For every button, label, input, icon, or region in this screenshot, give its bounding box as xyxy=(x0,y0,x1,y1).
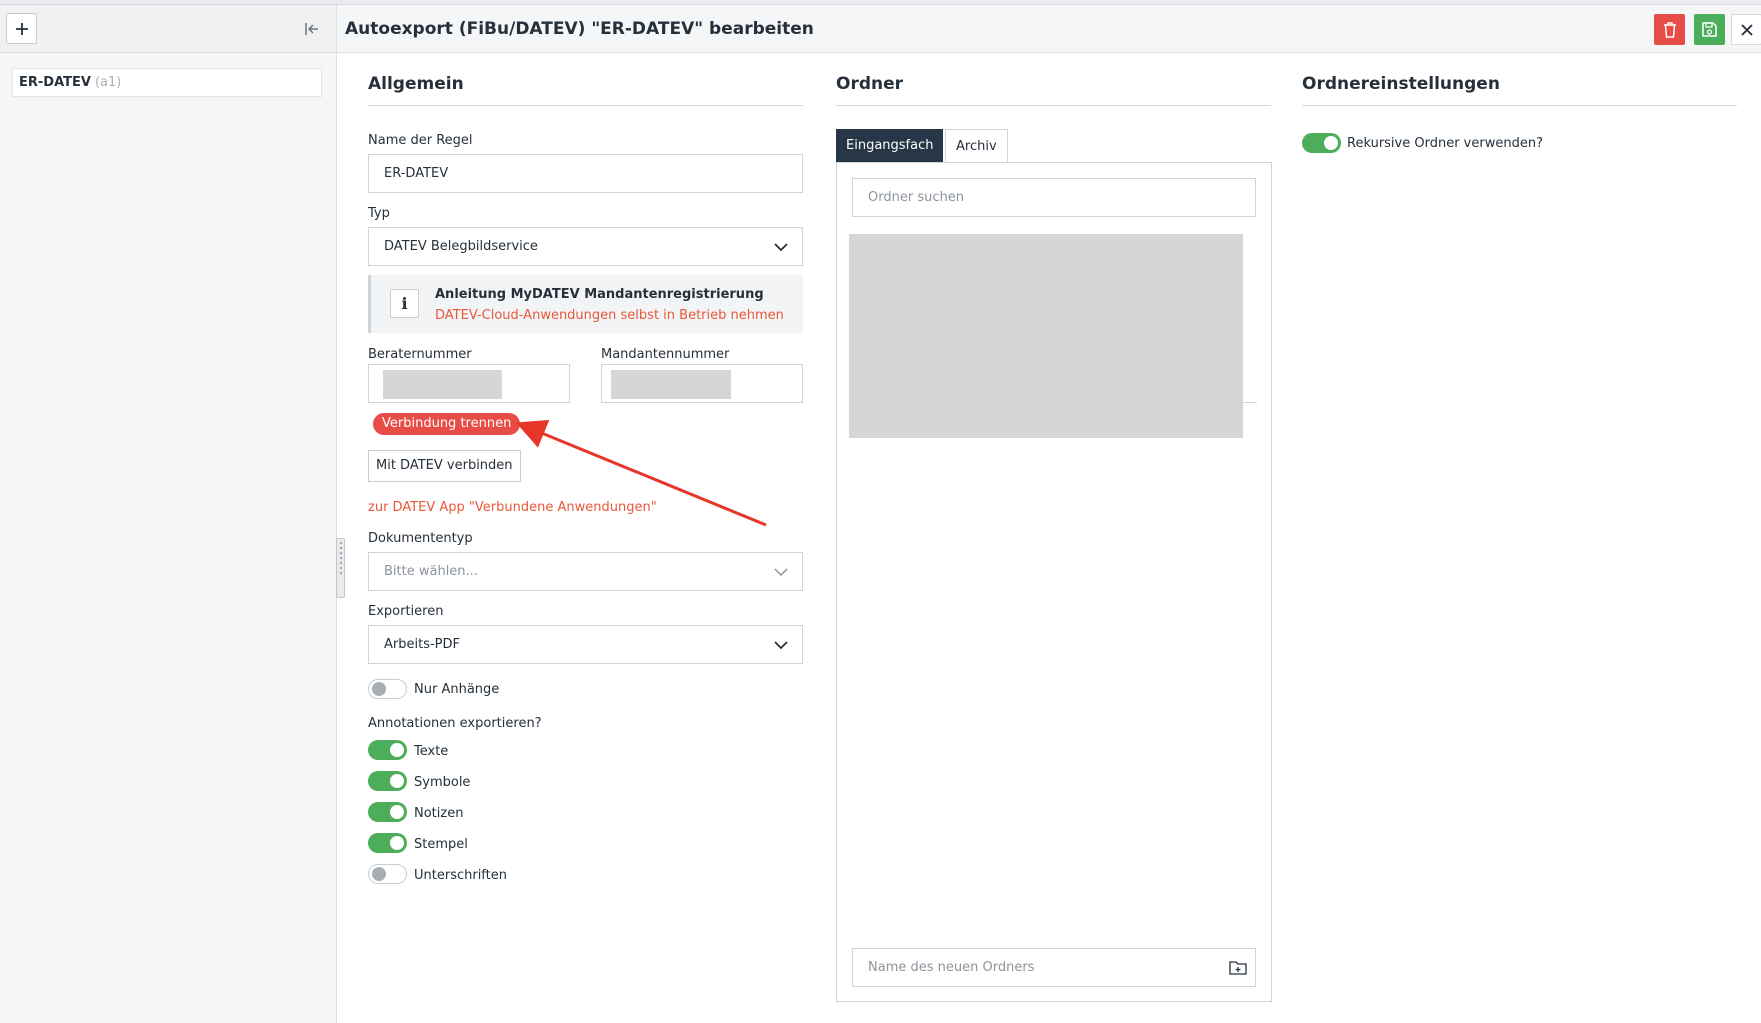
close-icon xyxy=(1740,23,1753,36)
chevron-down-icon xyxy=(774,243,788,252)
new-folder-placeholder: Name des neuen Ordners xyxy=(868,960,1035,975)
export-label: Exportieren xyxy=(368,604,444,619)
collapse-sidebar-button[interactable] xyxy=(302,19,322,39)
recursive-folders-toggle[interactable] xyxy=(1302,133,1341,153)
export-select-value: Arbeits-PDF xyxy=(384,637,460,652)
new-folder-input[interactable]: Name des neuen Ordners xyxy=(852,948,1256,987)
trash-icon xyxy=(1663,21,1676,38)
annotation-label-texte: Texte xyxy=(414,744,449,759)
chevron-down-icon xyxy=(774,568,788,577)
annotation-label-unterschriften: Unterschriften xyxy=(414,868,507,883)
annotation-toggle-symbole[interactable] xyxy=(368,771,407,791)
advisor-number-input[interactable] xyxy=(368,364,570,403)
add-button[interactable] xyxy=(6,13,37,44)
folder-plus-icon[interactable] xyxy=(1229,959,1247,975)
annotation-toggle-notizen[interactable] xyxy=(368,802,407,822)
annotation-toggle-stempel[interactable] xyxy=(368,833,407,853)
section-title-folders: Ordner xyxy=(836,74,904,94)
annotations-label: Annotationen exportieren? xyxy=(368,716,542,731)
save-button[interactable] xyxy=(1694,14,1725,45)
sidebar-header xyxy=(0,5,336,53)
client-number-label: Mandantennummer xyxy=(601,347,730,362)
advisor-number-label: Beraternummer xyxy=(368,347,472,362)
header: Autoexport (FiBu/DATEV) "ER-DATEV" bearb… xyxy=(337,5,1761,53)
annotation-toggle-unterschriften[interactable] xyxy=(368,864,407,884)
annotation-label-symbole: Symbole xyxy=(414,775,471,790)
delete-button[interactable] xyxy=(1654,14,1685,45)
resize-handle[interactable] xyxy=(336,538,345,598)
section-divider xyxy=(1302,105,1737,106)
type-select-value: DATEV Belegbildservice xyxy=(384,239,538,254)
sidebar: ER-DATEV (a1) xyxy=(0,5,337,1023)
folder-search-input[interactable]: Ordner suchen xyxy=(852,178,1256,217)
close-button[interactable] xyxy=(1731,14,1761,45)
rule-name-input[interactable]: ER-DATEV xyxy=(368,154,803,193)
rule-name-label: Name der Regel xyxy=(368,133,473,148)
tab-archiv[interactable]: Archiv xyxy=(945,129,1008,162)
app: ER-DATEV (a1) Autoexport (FiBu/DATEV) "ER… xyxy=(0,0,1761,1023)
client-number-input[interactable] xyxy=(601,364,803,403)
sidebar-item-name: ER-DATEV xyxy=(19,75,91,90)
annotation-toggle-texte[interactable] xyxy=(368,740,407,760)
save-icon xyxy=(1702,22,1717,37)
info-icon: i xyxy=(390,289,419,318)
section-divider xyxy=(836,105,1271,106)
sidebar-item-sub: (a1) xyxy=(94,75,122,90)
annotation-label-stempel: Stempel xyxy=(414,837,468,852)
annotation-label-notizen: Notizen xyxy=(414,806,464,821)
folder-tree-divider xyxy=(1243,402,1257,403)
info-link[interactable]: DATEV-Cloud-Anwendungen selbst in Betrie… xyxy=(435,308,784,323)
plus-icon xyxy=(15,22,28,35)
chevron-down-icon xyxy=(774,641,788,650)
collapse-left-icon xyxy=(305,23,318,35)
only-attachments-label: Nur Anhänge xyxy=(414,682,500,697)
page-title: Autoexport (FiBu/DATEV) "ER-DATEV" bearb… xyxy=(345,19,814,39)
connect-datev-button[interactable]: Mit DATEV verbinden xyxy=(368,450,521,482)
disconnect-button[interactable]: Verbindung trennen xyxy=(373,413,521,435)
redacted-value xyxy=(383,370,502,399)
type-label: Typ xyxy=(368,206,390,221)
recursive-folders-label: Rekursive Ordner verwenden? xyxy=(1347,136,1543,151)
datev-app-link[interactable]: zur DATEV App "Verbundene Anwendungen" xyxy=(368,500,657,515)
doctype-placeholder: Bitte wählen... xyxy=(384,564,478,579)
info-title: Anleitung MyDATEV Mandantenregistrierung xyxy=(435,287,764,302)
info-box: i Anleitung MyDATEV Mandantenregistrieru… xyxy=(368,275,803,333)
export-select[interactable]: Arbeits-PDF xyxy=(368,625,803,664)
folder-tree-redacted xyxy=(849,234,1243,438)
only-attachments-toggle[interactable] xyxy=(368,679,407,699)
tab-eingangsfach[interactable]: Eingangsfach xyxy=(836,129,944,162)
sidebar-item-er-datev[interactable]: ER-DATEV (a1) xyxy=(12,68,322,97)
section-title-general: Allgemein xyxy=(368,74,464,94)
type-select[interactable]: DATEV Belegbildservice xyxy=(368,227,803,266)
doctype-select[interactable]: Bitte wählen... xyxy=(368,552,803,591)
redacted-value xyxy=(611,370,731,399)
section-divider xyxy=(368,105,803,106)
section-title-folder-settings: Ordnereinstellungen xyxy=(1302,74,1500,94)
doctype-label: Dokumententyp xyxy=(368,531,473,546)
